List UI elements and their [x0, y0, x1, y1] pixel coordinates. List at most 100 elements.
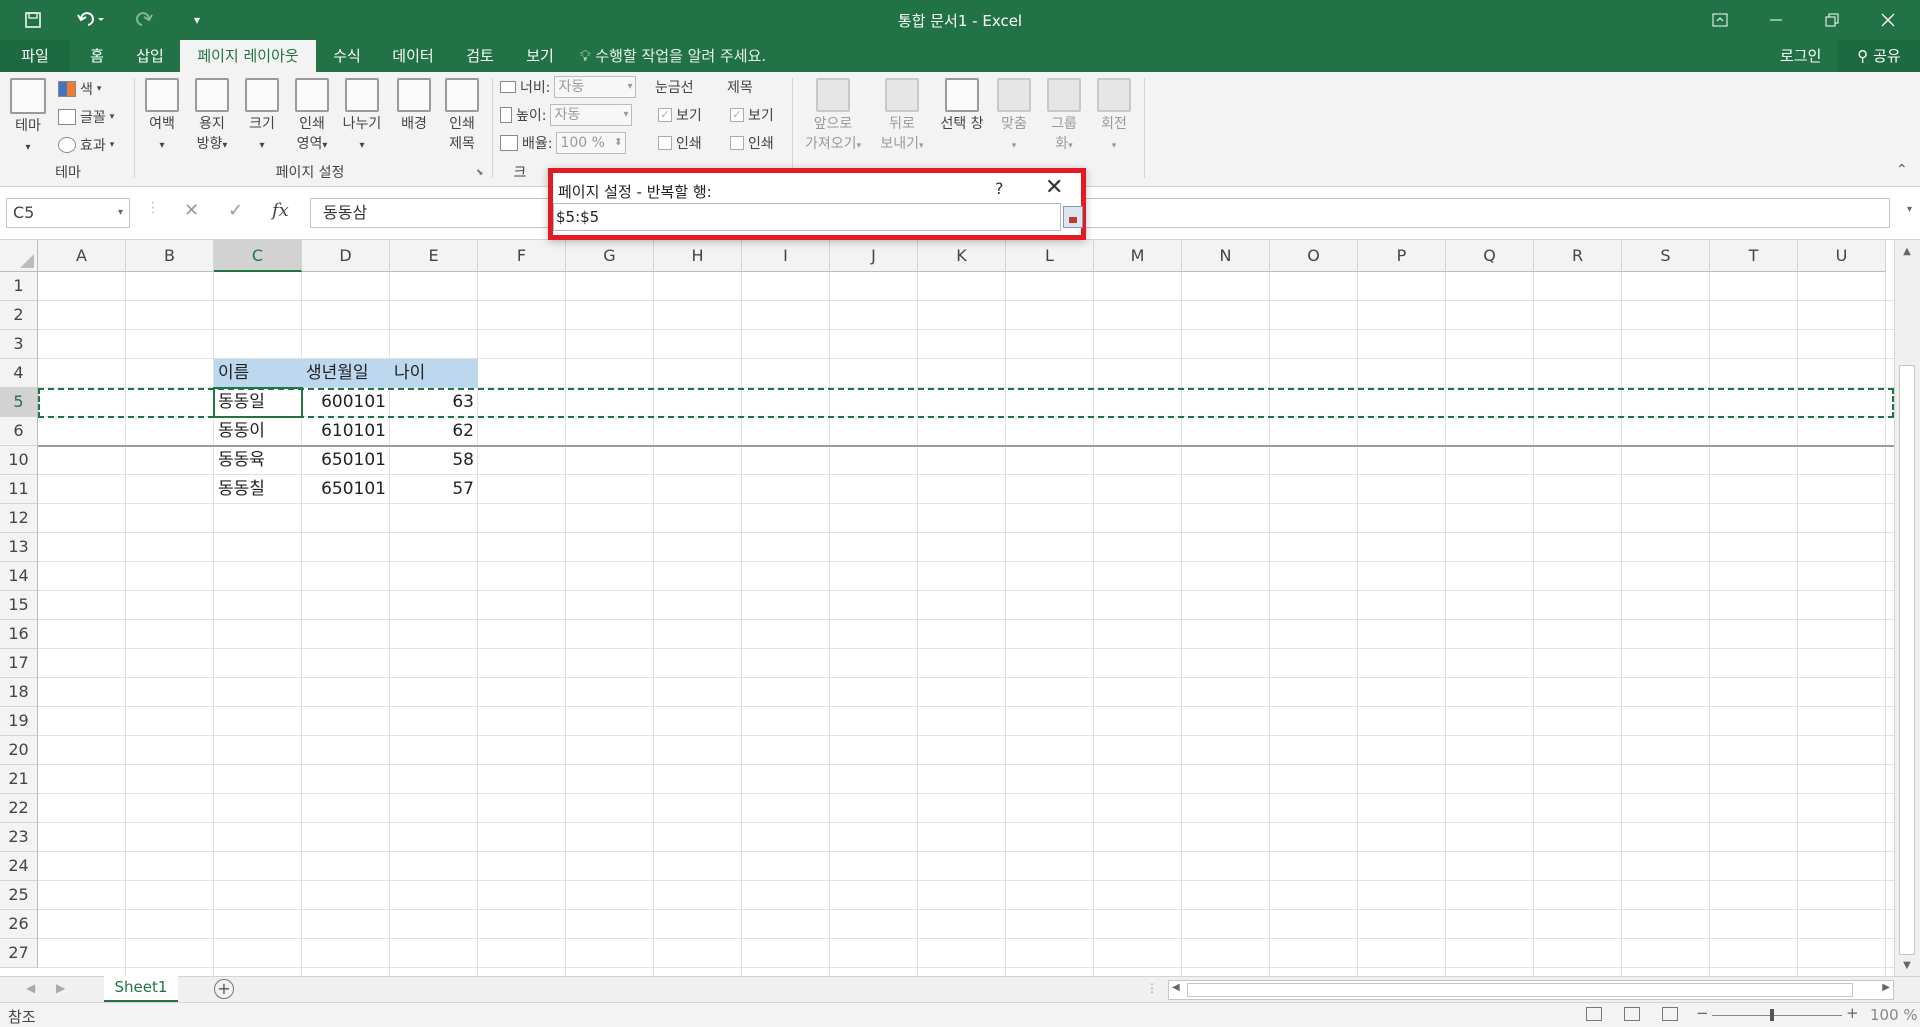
theme-colors-button[interactable]: 색 ▾: [58, 78, 101, 100]
column-header-f[interactable]: F: [478, 240, 566, 272]
row-header-20[interactable]: 20: [0, 736, 38, 765]
zoom-slider[interactable]: [1712, 1015, 1842, 1016]
zoom-level[interactable]: 100 %: [1870, 1006, 1918, 1024]
column-header-u[interactable]: U: [1798, 240, 1886, 272]
row-header-27[interactable]: 27: [0, 939, 38, 968]
worksheet-grid[interactable]: ABCDEFGHIJKLMNOPQRSTU 1 2 3 4 5 6 10 11 12 13 14 15…: [0, 240, 1920, 976]
cell-d6[interactable]: 610101: [302, 417, 390, 446]
share-button[interactable]: ⚲ 공유: [1838, 40, 1920, 72]
row-header-10[interactable]: 10: [0, 446, 38, 475]
theme-effects-button[interactable]: 효과 ▾: [58, 134, 114, 156]
cell-e6[interactable]: 62: [390, 417, 478, 446]
tab-data[interactable]: 데이터: [388, 40, 438, 72]
dialog-launcher-icon[interactable]: ⬊: [476, 168, 484, 178]
theme-fonts-button[interactable]: 글꼴 ▾: [58, 106, 114, 128]
sheet-next-icon[interactable]: ▶: [56, 981, 65, 995]
scale-spinner[interactable]: 100 % ⬍: [556, 132, 627, 154]
column-header-s[interactable]: S: [1622, 240, 1710, 272]
column-header-l[interactable]: L: [1006, 240, 1094, 272]
row-header-16[interactable]: 16: [0, 620, 38, 649]
horizontal-scroll-thumb[interactable]: [1187, 983, 1853, 997]
rows-to-repeat-input[interactable]: $5:$5: [553, 203, 1061, 231]
tab-formulas[interactable]: 수식: [330, 40, 364, 72]
cell-e10[interactable]: 58: [390, 446, 478, 475]
help-icon[interactable]: ?: [995, 179, 1004, 198]
column-header-o[interactable]: O: [1270, 240, 1358, 272]
cell-c6[interactable]: 동동이: [214, 417, 302, 446]
gridlines-view-checkbox[interactable]: ✓ 보기: [658, 104, 702, 126]
size-button[interactable]: 크기 ▾: [240, 78, 284, 156]
cell-c4[interactable]: 이름: [214, 359, 302, 388]
cell-d11[interactable]: 650101: [302, 475, 390, 504]
column-header-e[interactable]: E: [390, 240, 478, 272]
headings-print-checkbox[interactable]: 인쇄: [730, 132, 774, 154]
gridlines-print-checkbox[interactable]: 인쇄: [658, 132, 702, 154]
name-box[interactable]: C5 ▾: [6, 198, 130, 228]
themes-button[interactable]: 테마 ▾: [8, 78, 48, 158]
row-header-25[interactable]: 25: [0, 881, 38, 910]
cell-c10[interactable]: 동동육: [214, 446, 302, 475]
ribbon-display-icon[interactable]: [1692, 0, 1748, 40]
vertical-scroll-thumb[interactable]: [1899, 365, 1915, 955]
column-header-g[interactable]: G: [566, 240, 654, 272]
row-header-12[interactable]: 12: [0, 504, 38, 533]
column-header-m[interactable]: M: [1094, 240, 1182, 272]
column-header-i[interactable]: I: [742, 240, 830, 272]
tell-me-box[interactable]: 💡︎ 수행할 작업을 알려 주세요.: [580, 40, 766, 72]
tab-page-layout[interactable]: 페이지 레이아웃: [180, 40, 316, 72]
formula-input[interactable]: 동동삼: [310, 198, 1890, 228]
tab-view[interactable]: 보기: [524, 40, 556, 72]
row-header-2[interactable]: 2: [0, 301, 38, 330]
print-area-button[interactable]: 인쇄 영역▾: [290, 78, 334, 156]
width-combo[interactable]: 자동 ▾: [554, 76, 637, 98]
row-header-17[interactable]: 17: [0, 649, 38, 678]
cell-e11[interactable]: 57: [390, 475, 478, 504]
login-link[interactable]: 로그인: [1780, 40, 1821, 72]
send-backward-button[interactable]: 뒤로 보내기▾: [872, 78, 932, 156]
column-header-q[interactable]: Q: [1446, 240, 1534, 272]
expand-dialog-icon[interactable]: [1063, 206, 1083, 228]
align-button[interactable]: 맞춤 ▾: [994, 78, 1034, 156]
add-sheet-icon[interactable]: +: [214, 979, 234, 999]
cancel-icon[interactable]: ✕: [184, 200, 199, 221]
column-header-j[interactable]: J: [830, 240, 918, 272]
row-header-19[interactable]: 19: [0, 707, 38, 736]
breaks-button[interactable]: 나누기 ▾: [338, 78, 386, 156]
background-button[interactable]: 배경: [392, 78, 436, 134]
vertical-scrollbar[interactable]: ▲ ▼: [1894, 240, 1920, 976]
column-header-h[interactable]: H: [654, 240, 742, 272]
restore-icon[interactable]: [1804, 0, 1860, 40]
normal-view-icon[interactable]: [1586, 1007, 1602, 1021]
row-header-18[interactable]: 18: [0, 678, 38, 707]
selection-pane-button[interactable]: 선택 창: [934, 78, 990, 134]
horizontal-scrollbar[interactable]: ◀ ▶: [1168, 980, 1894, 1000]
row-header-24[interactable]: 24: [0, 852, 38, 881]
minimize-icon[interactable]: [1748, 0, 1804, 40]
tab-insert[interactable]: 삽입: [130, 40, 170, 72]
column-header-p[interactable]: P: [1358, 240, 1446, 272]
enter-icon[interactable]: ✓: [228, 200, 243, 221]
rotate-button[interactable]: 회전 ▾: [1094, 78, 1134, 156]
column-header-t[interactable]: T: [1710, 240, 1798, 272]
scroll-right-icon[interactable]: ▶: [1882, 982, 1890, 993]
height-combo[interactable]: 자동 ▾: [550, 104, 633, 126]
page-break-view-icon[interactable]: [1662, 1007, 1678, 1021]
row-header-22[interactable]: 22: [0, 794, 38, 823]
close-window-icon[interactable]: [1860, 0, 1916, 40]
orientation-button[interactable]: 용지 방향▾: [190, 78, 234, 156]
scroll-down-icon[interactable]: ▼: [1895, 960, 1919, 971]
zoom-slider-knob[interactable]: [1770, 1009, 1774, 1021]
expand-formula-icon[interactable]: ▾: [1907, 204, 1912, 215]
row-header-11[interactable]: 11: [0, 475, 38, 504]
cell-d4[interactable]: 생년월일: [302, 359, 390, 388]
zoom-in-icon[interactable]: +: [1846, 1004, 1859, 1022]
row-header-5[interactable]: 5: [0, 388, 38, 417]
bring-forward-button[interactable]: 앞으로 가져오기▾: [798, 78, 868, 156]
row-header-1[interactable]: 1: [0, 272, 38, 301]
cell-c11[interactable]: 동동칠: [214, 475, 302, 504]
tab-file[interactable]: 파일: [0, 40, 70, 72]
row-header-6[interactable]: 6: [0, 417, 38, 446]
column-header-c[interactable]: C: [214, 240, 302, 272]
splitter-dots-icon[interactable]: ⋮: [1146, 981, 1158, 995]
group-button[interactable]: 그룹 화▾: [1044, 78, 1084, 156]
